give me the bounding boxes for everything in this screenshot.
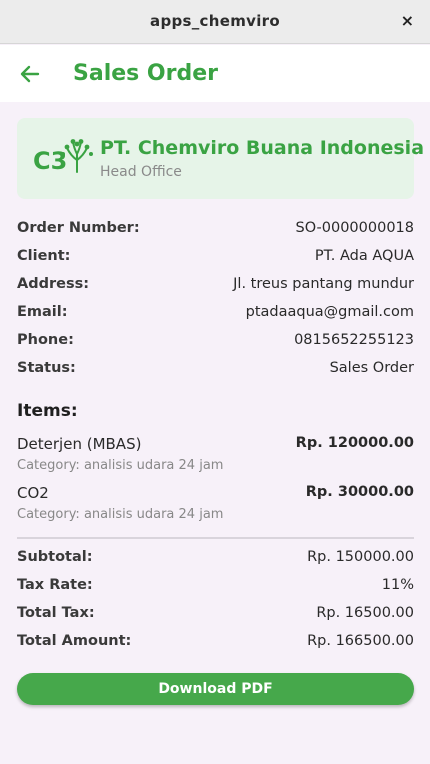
total-amount-row: Total Amount: Rp. 166500.00 [17,633,414,653]
total-label: Total Tax: [17,605,95,621]
download-pdf-button[interactable]: Download PDF [17,673,414,705]
company-name: PT. Chemviro Buana Indonesia [100,137,425,159]
field-label: Status: [17,360,76,376]
total-label: Total Amount: [17,633,132,649]
app-bar: Sales Order [0,45,430,102]
company-logo: C3 [33,139,93,175]
field-label: Order Number: [17,220,140,236]
divider [17,537,414,539]
company-card: C3 PT. Chemviro Buana Indonesia Head Off… [17,118,424,199]
status-value: Sales Order [329,360,414,376]
client-value: PT. Ada AQUA [314,248,414,264]
item-price: Rp. 30000.00 [305,484,414,500]
email-value: ptadaaqua@gmail.com [245,304,414,320]
total-tax-value: Rp. 16500.00 [316,605,414,621]
tax-rate-row: Tax Rate: 11% [17,577,414,597]
list-item: CO2 Rp. 30000.00 Category: analisis udar… [17,484,414,528]
page-title: Sales Order [73,61,218,86]
client-row: Client: PT. Ada AQUA [17,248,414,268]
order-number-value: SO-0000000018 [295,220,414,236]
back-arrow-icon[interactable] [18,62,42,86]
address-value: Jl. treus pantang mundur [233,276,414,292]
items-heading: Items: [17,401,78,421]
field-label: Email: [17,304,68,320]
subtotal-row: Subtotal: Rp. 150000.00 [17,549,414,569]
logo-text: C3 [33,147,67,175]
item-price: Rp. 120000.00 [295,435,414,451]
item-name: Deterjen (MBAS) [17,435,142,453]
phone-value: 0815652255123 [294,332,414,348]
field-label: Client: [17,248,71,264]
email-row: Email: ptadaaqua@gmail.com [17,304,414,324]
status-row: Status: Sales Order [17,360,414,380]
item-category: Category: analisis udara 24 jam [17,458,224,473]
item-name: CO2 [17,484,49,502]
item-category: Category: analisis udara 24 jam [17,507,224,522]
total-label: Subtotal: [17,549,93,565]
field-label: Address: [17,276,90,292]
tax-rate-value: 11% [381,577,414,593]
subtotal-value: Rp. 150000.00 [307,549,414,565]
phone-row: Phone: 0815652255123 [17,332,414,352]
company-office: Head Office [100,164,182,180]
window-title: apps_chemviro [150,12,280,30]
total-tax-row: Total Tax: Rp. 16500.00 [17,605,414,625]
close-icon[interactable]: × [401,11,414,30]
window-titlebar: apps_chemviro × [0,0,430,44]
list-item: Deterjen (MBAS) Rp. 120000.00 Category: … [17,435,414,479]
address-row: Address: Jl. treus pantang mundur [17,276,414,296]
total-label: Tax Rate: [17,577,93,593]
order-number-row: Order Number: SO-0000000018 [17,220,414,240]
total-amount-value: Rp. 166500.00 [307,633,414,649]
field-label: Phone: [17,332,74,348]
